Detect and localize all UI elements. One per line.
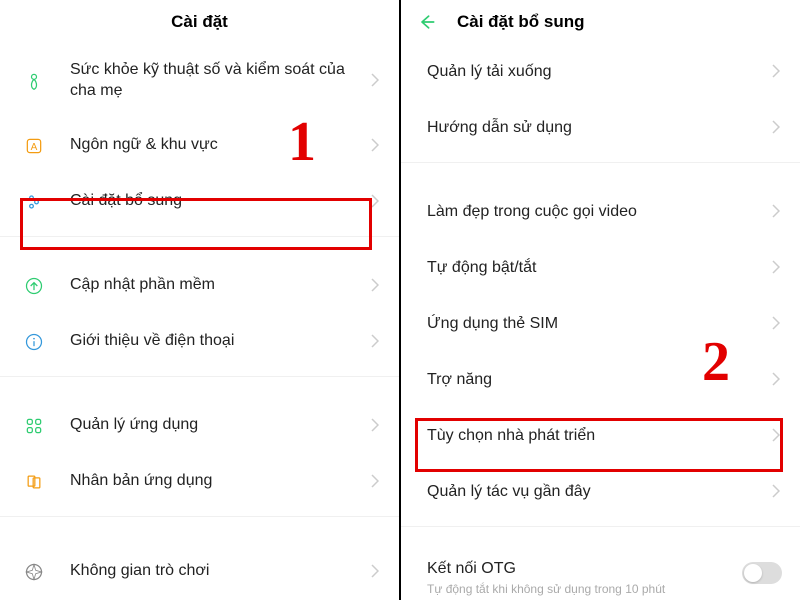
section-divider — [0, 236, 399, 256]
health-icon — [22, 69, 46, 93]
row-digital-wellbeing[interactable]: Sức khỏe kỹ thuật số và kiểm soát của ch… — [0, 44, 399, 118]
row-label: Ứng dụng thẻ SIM — [427, 314, 772, 335]
row-game-space[interactable]: Không gian trò chơi — [0, 538, 399, 594]
row-recent-tasks[interactable]: Quản lý tác vụ gần đây — [401, 464, 800, 520]
chevron-right-icon — [371, 474, 381, 490]
row-label: Tùy chọn nhà phát triển — [427, 426, 772, 447]
chevron-right-icon — [371, 564, 381, 580]
row-label: Kết nối OTG — [427, 560, 742, 578]
lang-icon: A — [22, 134, 46, 158]
row-video-call-beauty[interactable]: Làm đẹp trong cuộc gọi video — [401, 184, 800, 240]
chevron-right-icon — [772, 484, 782, 500]
svg-text:A: A — [31, 142, 38, 153]
section-divider — [0, 376, 399, 396]
header-left: Cài đặt — [0, 0, 399, 44]
row-label: Không gian trò chơi — [70, 561, 371, 582]
row-software-update[interactable]: Cập nhật phần mềm — [0, 258, 399, 314]
row-otg-connection[interactable]: Kết nối OTG Tự động tắt khi không sử dụn… — [401, 548, 800, 596]
row-label: Quản lý tải xuống — [427, 62, 772, 83]
back-button[interactable] — [417, 12, 437, 32]
additional-settings-pane: Cài đặt bổ sung Quản lý tải xuống Hướng … — [401, 0, 800, 600]
row-label: Hướng dẫn sử dụng — [427, 118, 772, 139]
row-subtitle: Tự động tắt khi không sử dụng trong 10 p… — [427, 582, 742, 596]
row-label: Sức khỏe kỹ thuật số và kiểm soát của ch… — [70, 60, 371, 102]
row-label: Quản lý tác vụ gần đây — [427, 482, 772, 503]
chevron-right-icon — [371, 334, 381, 350]
row-auto-on-off[interactable]: Tự động bật/tắt — [401, 240, 800, 296]
header-right: Cài đặt bổ sung — [401, 0, 800, 44]
row-sim-apps[interactable]: Ứng dụng thẻ SIM — [401, 296, 800, 352]
apps-icon — [22, 414, 46, 438]
chevron-right-icon — [371, 138, 381, 154]
chevron-right-icon — [371, 418, 381, 434]
chevron-right-icon — [772, 260, 782, 276]
row-label: Trợ năng — [427, 370, 772, 391]
update-icon — [22, 274, 46, 298]
chevron-right-icon — [772, 204, 782, 220]
row-label: Tự động bật/tắt — [427, 258, 772, 279]
chevron-right-icon — [371, 73, 381, 89]
row-label: Ngôn ngữ & khu vực — [70, 135, 371, 156]
chevron-right-icon — [772, 316, 782, 332]
chevron-right-icon — [772, 120, 782, 136]
section-divider — [401, 162, 800, 182]
row-about-phone[interactable]: Giới thiệu về điện thoại — [0, 314, 399, 370]
clone-icon — [22, 470, 46, 494]
row-label: Giới thiệu về điện thoại — [70, 331, 371, 352]
row-download-manager[interactable]: Quản lý tải xuống — [401, 44, 800, 100]
chevron-right-icon — [772, 428, 782, 444]
section-divider — [0, 516, 399, 536]
page-title: Cài đặt bổ sung — [457, 12, 585, 32]
row-accessibility[interactable]: Trợ năng — [401, 352, 800, 408]
section-divider — [401, 526, 800, 546]
row-clone-apps[interactable]: Nhân bản ứng dụng — [0, 454, 399, 510]
info-icon — [22, 330, 46, 354]
settings-list: Sức khỏe kỹ thuật số và kiểm soát của ch… — [0, 44, 399, 600]
row-label: Cập nhật phần mềm — [70, 275, 371, 296]
page-title: Cài đặt — [171, 12, 228, 32]
row-language-region[interactable]: A Ngôn ngữ & khu vực — [0, 118, 399, 174]
row-label: Nhân bản ứng dụng — [70, 471, 371, 492]
additional-settings-list: Quản lý tải xuống Hướng dẫn sử dụng Làm … — [401, 44, 800, 600]
chevron-right-icon — [772, 372, 782, 388]
row-label: Làm đẹp trong cuộc gọi video — [427, 202, 772, 223]
chevron-right-icon — [772, 64, 782, 80]
more-icon — [22, 190, 46, 214]
row-label: Quản lý ứng dụng — [70, 415, 371, 436]
row-additional-settings[interactable]: Cài đặt bổ sung — [0, 174, 399, 230]
row-developer-options[interactable]: Tùy chọn nhà phát triển — [401, 408, 800, 464]
otg-toggle[interactable] — [742, 562, 782, 584]
row-user-guide[interactable]: Hướng dẫn sử dụng — [401, 100, 800, 156]
row-app-management[interactable]: Quản lý ứng dụng — [0, 398, 399, 454]
game-icon — [22, 560, 46, 584]
settings-pane: Cài đặt Sức khỏe kỹ thuật số và kiểm soá… — [0, 0, 401, 600]
chevron-right-icon — [371, 194, 381, 210]
chevron-right-icon — [371, 278, 381, 294]
row-label: Cài đặt bổ sung — [70, 191, 371, 212]
